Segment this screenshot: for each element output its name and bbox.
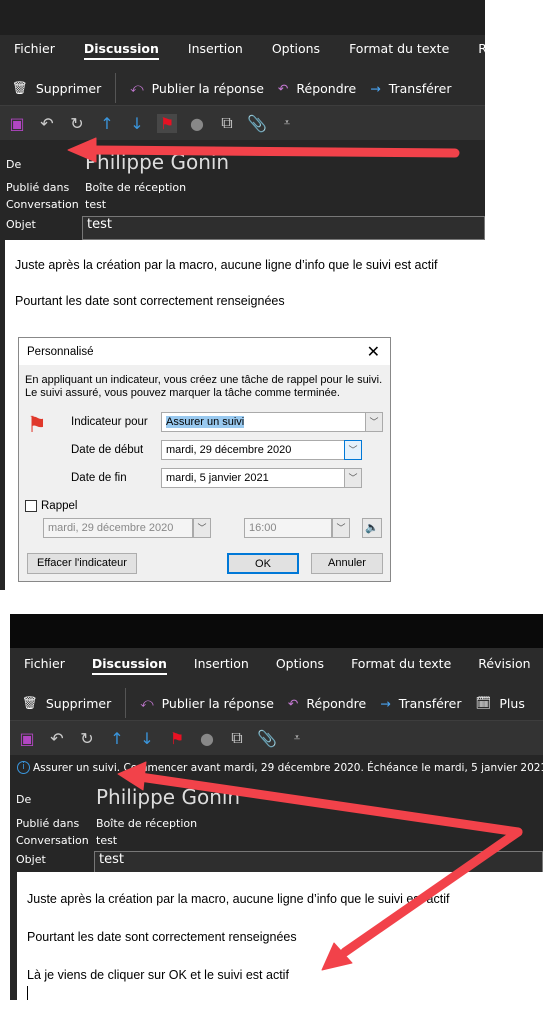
arrow-shaft-1 (85, 145, 460, 158)
arrow-head-2 (117, 761, 147, 791)
arrow-shaft-2 (135, 772, 523, 837)
arrow-shaft-3 (340, 827, 523, 957)
annotation-arrows (67, 137, 523, 971)
arrow-head-1 (67, 137, 97, 163)
